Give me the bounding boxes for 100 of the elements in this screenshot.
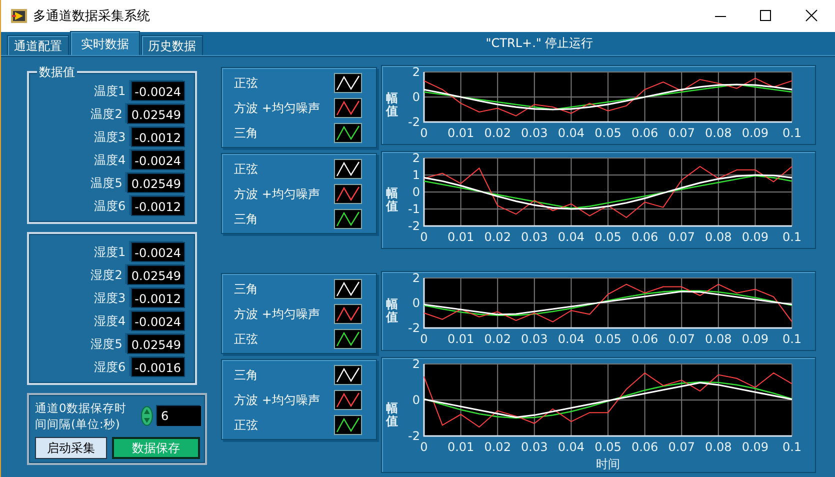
reading-value: -0.0024 bbox=[130, 242, 185, 262]
x-tick-label: 0.05 bbox=[594, 230, 622, 244]
line-style-icon[interactable] bbox=[334, 98, 362, 118]
reading-value: 0.02549 bbox=[127, 173, 185, 193]
legend-label: 三角 bbox=[234, 366, 259, 382]
x-tick-label: 0.09 bbox=[742, 332, 769, 346]
x-tick-label: 0.09 bbox=[742, 230, 769, 244]
y-tick-label: 2 bbox=[412, 358, 420, 371]
x-tick-label: 0.03 bbox=[521, 230, 548, 244]
x-tick-label: 0.02 bbox=[484, 126, 511, 140]
line-style-icon[interactable] bbox=[334, 328, 362, 348]
x-tick-label: 0.07 bbox=[668, 440, 695, 454]
x-tick-label: 0.08 bbox=[705, 230, 732, 244]
interval-label: 通道0数据保存时间间隔(单位:秒) bbox=[35, 400, 128, 432]
y-tick-label: 0 bbox=[412, 185, 420, 199]
x-tick-label: 0.1 bbox=[782, 230, 802, 244]
y-tick-label: -1 bbox=[408, 202, 420, 216]
x-tick-label: 0.09 bbox=[742, 126, 769, 140]
x-tick-label: 0.06 bbox=[631, 230, 658, 244]
line-style-icon[interactable] bbox=[334, 278, 362, 298]
action-button[interactable]: 启动采集 bbox=[35, 437, 107, 459]
reading-label: 湿度2 bbox=[90, 267, 122, 283]
reading-label: 湿度4 bbox=[94, 313, 126, 329]
y-tick-label: 1 bbox=[412, 168, 420, 182]
x-tick-label: 0.06 bbox=[631, 332, 658, 346]
x-tick-label: 0 bbox=[420, 440, 428, 454]
x-tick-label: 0.01 bbox=[447, 332, 474, 346]
reading-value: -0.0024 bbox=[130, 81, 185, 101]
reading-label: 湿度5 bbox=[90, 336, 122, 352]
x-tick-label: 0.1 bbox=[782, 440, 802, 454]
x-tick-label: 0 bbox=[420, 230, 428, 244]
reading-label: 温度2 bbox=[90, 106, 122, 122]
x-tick-label: 0.01 bbox=[447, 440, 474, 454]
reading-label: 温度4 bbox=[94, 152, 126, 168]
legend-label: 方波 +均匀噪声 bbox=[234, 392, 321, 408]
line-style-icon[interactable] bbox=[334, 158, 362, 178]
legend-label: 三角 bbox=[234, 124, 259, 140]
line-style-icon[interactable] bbox=[334, 390, 362, 410]
x-tick-label: 0.07 bbox=[668, 230, 695, 244]
line-style-icon[interactable] bbox=[334, 122, 362, 142]
legend-label: 方波 +均匀噪声 bbox=[234, 306, 321, 322]
reading-value: -0.0024 bbox=[130, 150, 185, 170]
y-axis-label: 幅值 bbox=[386, 298, 398, 324]
reading-value: 0.02549 bbox=[127, 265, 185, 285]
y-tick-label: -2 bbox=[408, 321, 420, 335]
app-icon bbox=[11, 8, 27, 24]
x-tick-label: 0.04 bbox=[558, 230, 585, 244]
y-tick-label: -2 bbox=[408, 115, 420, 129]
y-axis-label: 幅值 bbox=[386, 92, 398, 118]
reading-value: -0.0024 bbox=[130, 311, 185, 331]
x-tick-label: 0.04 bbox=[558, 126, 585, 140]
legend-label: 三角 bbox=[234, 210, 259, 226]
legend-label: 方波 +均匀噪声 bbox=[234, 100, 321, 116]
y-tick-label: 2 bbox=[412, 66, 420, 79]
reading-value: 0.02549 bbox=[127, 104, 185, 124]
legend-label: 正弦 bbox=[234, 160, 259, 176]
x-tick-label: 0.04 bbox=[558, 440, 585, 454]
line-style-icon[interactable] bbox=[334, 414, 362, 434]
legend-label: 方波 +均匀噪声 bbox=[234, 186, 321, 202]
legend-label: 正弦 bbox=[234, 74, 259, 90]
x-tick-label: 0.01 bbox=[447, 126, 474, 140]
legend-label: 正弦 bbox=[234, 330, 259, 346]
reading-label: 温度3 bbox=[94, 129, 126, 145]
interval-field[interactable]: 6 bbox=[157, 406, 201, 426]
reading-label: 湿度6 bbox=[94, 359, 126, 375]
tab[interactable]: 实时数据 bbox=[70, 31, 140, 55]
y-tick-label: 0 bbox=[412, 393, 420, 407]
group-title: 数据值 bbox=[37, 64, 77, 80]
line-style-icon[interactable] bbox=[334, 184, 362, 204]
x-tick-label: 0 bbox=[420, 332, 428, 346]
reading-value: 0.02549 bbox=[127, 334, 185, 354]
x-axis-label: 时间 bbox=[596, 457, 620, 471]
x-tick-label: 0.06 bbox=[631, 126, 658, 140]
x-tick-label: 0.05 bbox=[594, 332, 622, 346]
x-tick-label: 0.02 bbox=[484, 332, 511, 346]
tab[interactable]: 历史数据 bbox=[141, 35, 203, 55]
line-style-icon[interactable] bbox=[334, 208, 362, 228]
x-tick-label: 0.02 bbox=[484, 440, 511, 454]
reading-value: -0.0012 bbox=[130, 288, 185, 308]
line-style-icon[interactable] bbox=[334, 72, 362, 92]
tab[interactable]: 通道配置 bbox=[7, 35, 69, 55]
x-tick-label: 0.05 bbox=[594, 126, 622, 140]
x-tick-label: 0.07 bbox=[668, 332, 695, 346]
line-style-icon[interactable] bbox=[334, 364, 362, 384]
y-tick-label: 2 bbox=[412, 152, 420, 165]
spinner-icon[interactable] bbox=[141, 406, 153, 426]
y-tick-label: -2 bbox=[408, 219, 420, 233]
y-tick-label: 0 bbox=[412, 90, 420, 104]
window-title: 多通道数据采集系统 bbox=[33, 8, 151, 25]
reading-label: 湿度1 bbox=[94, 244, 126, 260]
line-style-icon[interactable] bbox=[334, 304, 362, 324]
stop-hint: "CTRL+." 停止运行 bbox=[484, 35, 594, 52]
reading-value: -0.0016 bbox=[130, 357, 185, 377]
x-tick-label: 0.03 bbox=[521, 440, 548, 454]
reading-value: -0.0012 bbox=[130, 127, 185, 147]
x-tick-label: 0.04 bbox=[558, 332, 585, 346]
x-tick-label: 0.05 bbox=[594, 440, 622, 454]
x-tick-label: 0 bbox=[420, 126, 428, 140]
x-tick-label: 0.08 bbox=[705, 126, 732, 140]
y-tick-label: -2 bbox=[408, 429, 420, 443]
